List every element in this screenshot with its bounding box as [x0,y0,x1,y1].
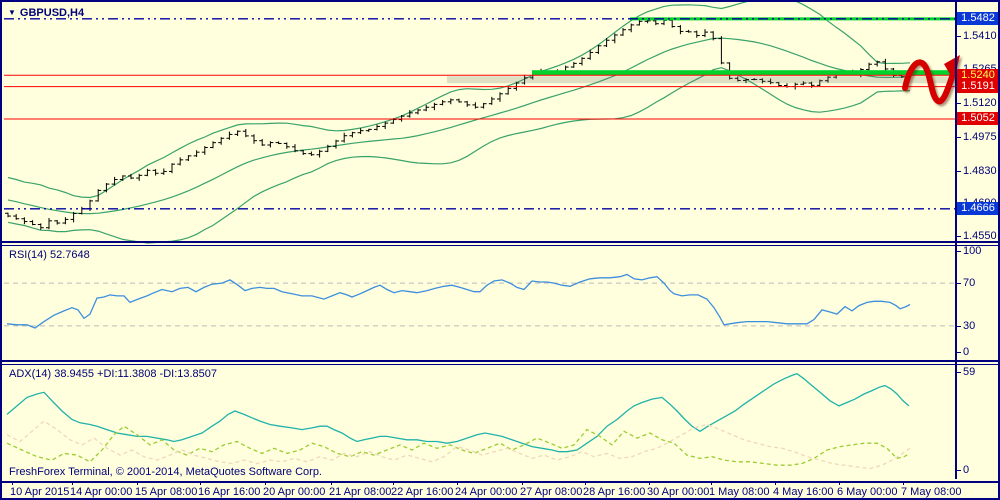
symbol-label: ▼ GBPUSD,H4 [8,7,84,19]
time-tick-mark [72,481,73,485]
bollinger-middle-band [7,37,911,215]
plus-di-line [6,425,911,466]
time-tick-mark [839,481,840,485]
time-scale-separator [2,481,998,483]
chart-canvas[interactable] [2,2,1000,500]
price-tick-label: 1.5120 [963,97,997,109]
panel-separator-main-rsi-inner [2,245,998,246]
adx-indicator-label: ADX(14) 38.9455 +DI:11.3808 -DI:13.8507 [9,368,218,380]
price-tick-label: 1.5410 [963,30,997,42]
rsi-tick-label: 0 [963,346,970,358]
rsi-tick-label: 30 [963,320,976,332]
adx-tick-mark [957,470,961,471]
time-tick-label: 30 Apr 00:00 [647,486,710,498]
adx-tick-label: 59 [963,366,976,378]
time-tick-mark [903,481,904,485]
time-tick-mark [649,481,650,485]
symbol-text: GBPUSD,H4 [19,7,85,19]
resistance-zone-lower[interactable] [532,70,955,76]
rsi-tick-mark [957,283,961,284]
time-tick-label: 20 Apr 00:00 [263,486,326,498]
time-tick-mark [393,481,394,485]
price-tick-label: 1.4975 [963,131,997,143]
price-tick-label: 1.4830 [963,165,997,177]
bollinger-lower-band [7,67,911,244]
rsi-tick-mark [957,326,961,327]
panel-separator-main-rsi[interactable] [2,241,998,243]
time-tick-mark [457,481,458,485]
time-tick-label: 22 Apr 16:00 [391,486,454,498]
time-tick-label: 1 May 08:00 [709,486,770,498]
time-tick-label: 21 Apr 08:00 [329,486,392,498]
adx-line [6,372,910,453]
time-tick-mark [711,481,712,485]
time-tick-mark [12,481,13,485]
price-badge-1.5191: 1.5191 [957,80,998,93]
price-badge-1.5052: 1.5052 [957,112,998,125]
time-tick-mark [522,481,523,485]
price-tick-mark [957,36,961,37]
time-tick-mark [265,481,266,485]
price-tick-mark [957,171,961,172]
time-tick-label: 10 Apr 2015 [10,486,70,498]
rsi-line [6,273,911,329]
time-tick-label: 15 Apr 08:00 [135,486,198,498]
resistance-zone-shadow [447,76,955,84]
time-tick-label: 28 Apr 16:00 [583,486,646,498]
rsi-tick-mark [957,352,961,353]
chart-window: ▼ GBPUSD,H4 RSI(14) 52.7648 ADX(14) 38.94… [0,0,1000,500]
time-tick-label: 14 Apr 00:00 [70,486,133,498]
price-bars [5,18,913,230]
price-tick-label: 1.4550 [963,230,997,242]
time-tick-mark [200,481,201,485]
price-tick-mark [957,103,961,104]
price-tick-mark [957,236,961,237]
price-tick-mark [957,137,961,138]
chevron-down-icon[interactable]: ▼ [8,8,16,17]
time-tick-label: 4 May 16:00 [773,486,834,498]
adx-tick-label: 0 [963,464,970,476]
rsi-tick-mark [957,251,961,252]
panel-separator-rsi-adx-inner [2,364,998,365]
terminal-copyright: FreshForex Terminal, © 2001-2014, MetaQu… [9,466,322,478]
time-tick-label: 6 May 00:00 [837,486,898,498]
panel-separator-rsi-adx[interactable] [2,360,998,362]
time-tick-mark [585,481,586,485]
time-tick-mark [331,481,332,485]
time-tick-mark [775,481,776,485]
rsi-indicator-label: RSI(14) 52.7648 [9,249,90,261]
rsi-tick-label: 70 [963,277,976,289]
adx-tick-mark [957,372,961,373]
time-tick-label: 27 Apr 08:00 [520,486,583,498]
time-tick-label: 16 Apr 16:00 [198,486,261,498]
price-badge-1.4666: 1.4666 [957,202,998,215]
time-tick-label: 7 May 08:00 [901,486,962,498]
rsi-tick-label: 100 [963,245,982,257]
minus-di-line [6,420,911,470]
time-tick-mark [137,481,138,485]
price-badge-1.5482: 1.5482 [957,12,998,25]
time-tick-label: 24 Apr 00:00 [455,486,518,498]
